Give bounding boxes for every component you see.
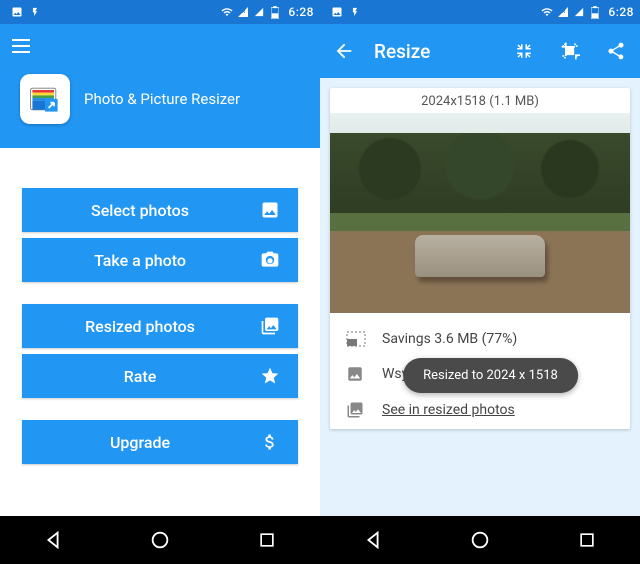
resize-content: 2024x1518 (1.1 MB) Savings 3.6 MB (77%) … (320, 78, 640, 516)
flash-icon (348, 5, 362, 19)
status-time: 6:28 (608, 5, 634, 19)
share-icon[interactable] (600, 35, 632, 67)
select-photos-button[interactable]: Select photos (22, 188, 298, 232)
nav-home-button[interactable] (136, 516, 184, 564)
rate-label: Rate (22, 367, 258, 386)
savings-text: Savings 3.6 MB (77%) (382, 331, 517, 347)
nav-recents-button[interactable] (243, 516, 291, 564)
cell-icon (572, 5, 586, 19)
menu-button[interactable] (12, 34, 36, 58)
image-icon (258, 200, 282, 220)
upgrade-button[interactable]: Upgrade (22, 420, 298, 464)
phone-right: R 6:28 Resize 2024x1518 (1.1 MB) Savings… (320, 0, 640, 564)
toast-message: Resized to 2024 x 1518 (403, 358, 578, 393)
nav-recents-button[interactable] (563, 516, 611, 564)
see-link-row[interactable]: See in resized photos (346, 401, 614, 419)
image-small-icon (346, 365, 366, 383)
cell-icon (252, 5, 266, 19)
take-photo-label: Take a photo (22, 251, 258, 270)
brand: Photo & Picture Resizer (12, 74, 308, 124)
android-navbar (0, 516, 320, 564)
preview-image[interactable] (330, 113, 630, 313)
wifi-icon (220, 5, 234, 19)
dotted-rect-icon (346, 331, 366, 347)
signal-icon: R (236, 5, 250, 19)
collapse-icon[interactable] (508, 35, 540, 67)
main-menu: Select photos Take a photo Resized photo… (0, 148, 320, 516)
dollar-icon (258, 432, 282, 452)
rate-button[interactable]: Rate (22, 354, 298, 398)
savings-row: Savings 3.6 MB (77%) (346, 331, 614, 347)
resized-photos-label: Resized photos (22, 317, 258, 336)
collections-icon (258, 316, 282, 336)
app-header: Photo & Picture Resizer (0, 24, 320, 148)
battery-icon (588, 5, 602, 19)
collections-small-icon (346, 401, 366, 419)
resize-header: Resize (320, 24, 640, 78)
status-time: 6:28 (288, 5, 314, 19)
image-notification-icon (10, 5, 24, 19)
take-photo-button[interactable]: Take a photo (22, 238, 298, 282)
app-title: Photo & Picture Resizer (84, 90, 240, 108)
result-card: 2024x1518 (1.1 MB) Savings 3.6 MB (77%) … (330, 88, 630, 429)
back-button[interactable] (328, 35, 360, 67)
nav-home-button[interactable] (456, 516, 504, 564)
wifi-icon (540, 5, 554, 19)
nav-back-button[interactable] (349, 516, 397, 564)
flash-icon (28, 5, 42, 19)
resized-photos-button[interactable]: Resized photos (22, 304, 298, 348)
app-logo-icon (20, 74, 70, 124)
dimensions-label: 2024x1518 (1.1 MB) (330, 88, 630, 113)
battery-icon (268, 5, 282, 19)
statusbar: R 6:28 (0, 0, 320, 24)
star-icon (258, 366, 282, 386)
select-photos-label: Select photos (22, 201, 258, 220)
crop-icon[interactable] (554, 35, 586, 67)
phone-left: R 6:28 Photo & Picture Resizer Select ph… (0, 0, 320, 564)
camera-icon (258, 250, 282, 270)
nav-back-button[interactable] (29, 516, 77, 564)
image-notification-icon (330, 5, 344, 19)
statusbar: R 6:28 (320, 0, 640, 24)
see-link-text[interactable]: See in resized photos (382, 402, 515, 418)
signal-icon: R (556, 5, 570, 19)
upgrade-label: Upgrade (22, 433, 258, 452)
android-navbar (320, 516, 640, 564)
page-title: Resize (374, 40, 494, 63)
